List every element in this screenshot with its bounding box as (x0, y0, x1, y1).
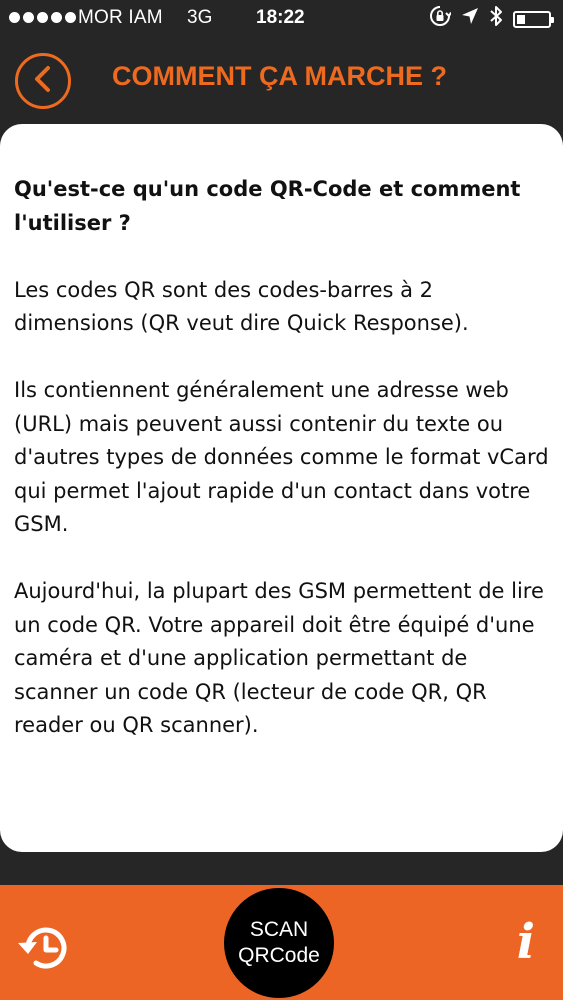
question-heading: Qu'est-ce qu'un code QR-Code et comment … (14, 177, 521, 235)
back-button[interactable] (15, 53, 71, 109)
content-card: Qu'est-ce qu'un code QR-Code et comment … (0, 124, 563, 852)
page-title: COMMENT ÇA MARCHE ? (112, 61, 447, 91)
info-button[interactable]: i (517, 912, 535, 972)
header: COMMENT ÇA MARCHE ? (0, 40, 563, 124)
signal-strength-icon (9, 12, 76, 23)
scan-label: SCAN (249, 918, 309, 941)
battery-icon (513, 10, 554, 28)
battery-level-fill (517, 14, 525, 24)
paragraph-qr-usage: Aujourd'hui, la plupart des GSM permette… (14, 579, 544, 737)
info-icon: i (516, 914, 535, 970)
carrier-name: MOR IAM (78, 7, 163, 28)
paragraph-qr-content: Ils contiennent généralement une adresse… (14, 378, 549, 536)
status-time: 18:22 (256, 7, 305, 28)
network-type: 3G (187, 7, 213, 28)
status-icons (429, 4, 554, 34)
rotation-lock-icon (429, 5, 452, 33)
status-bar: MOR IAM 3G 18:22 (0, 0, 563, 38)
qrcode-label: QRCode (238, 944, 320, 967)
history-icon (14, 927, 70, 977)
paragraph-qr-definition: Les codes QR sont des codes-barres à 2 d… (14, 277, 469, 336)
history-button[interactable] (14, 923, 70, 973)
bluetooth-icon (489, 4, 503, 34)
scan-qrcode-button[interactable]: SCAN QRCode (224, 888, 334, 998)
bottom-bar: SCAN QRCode i (0, 885, 563, 1000)
location-arrow-icon (461, 7, 479, 31)
chevron-left-icon (32, 65, 54, 97)
